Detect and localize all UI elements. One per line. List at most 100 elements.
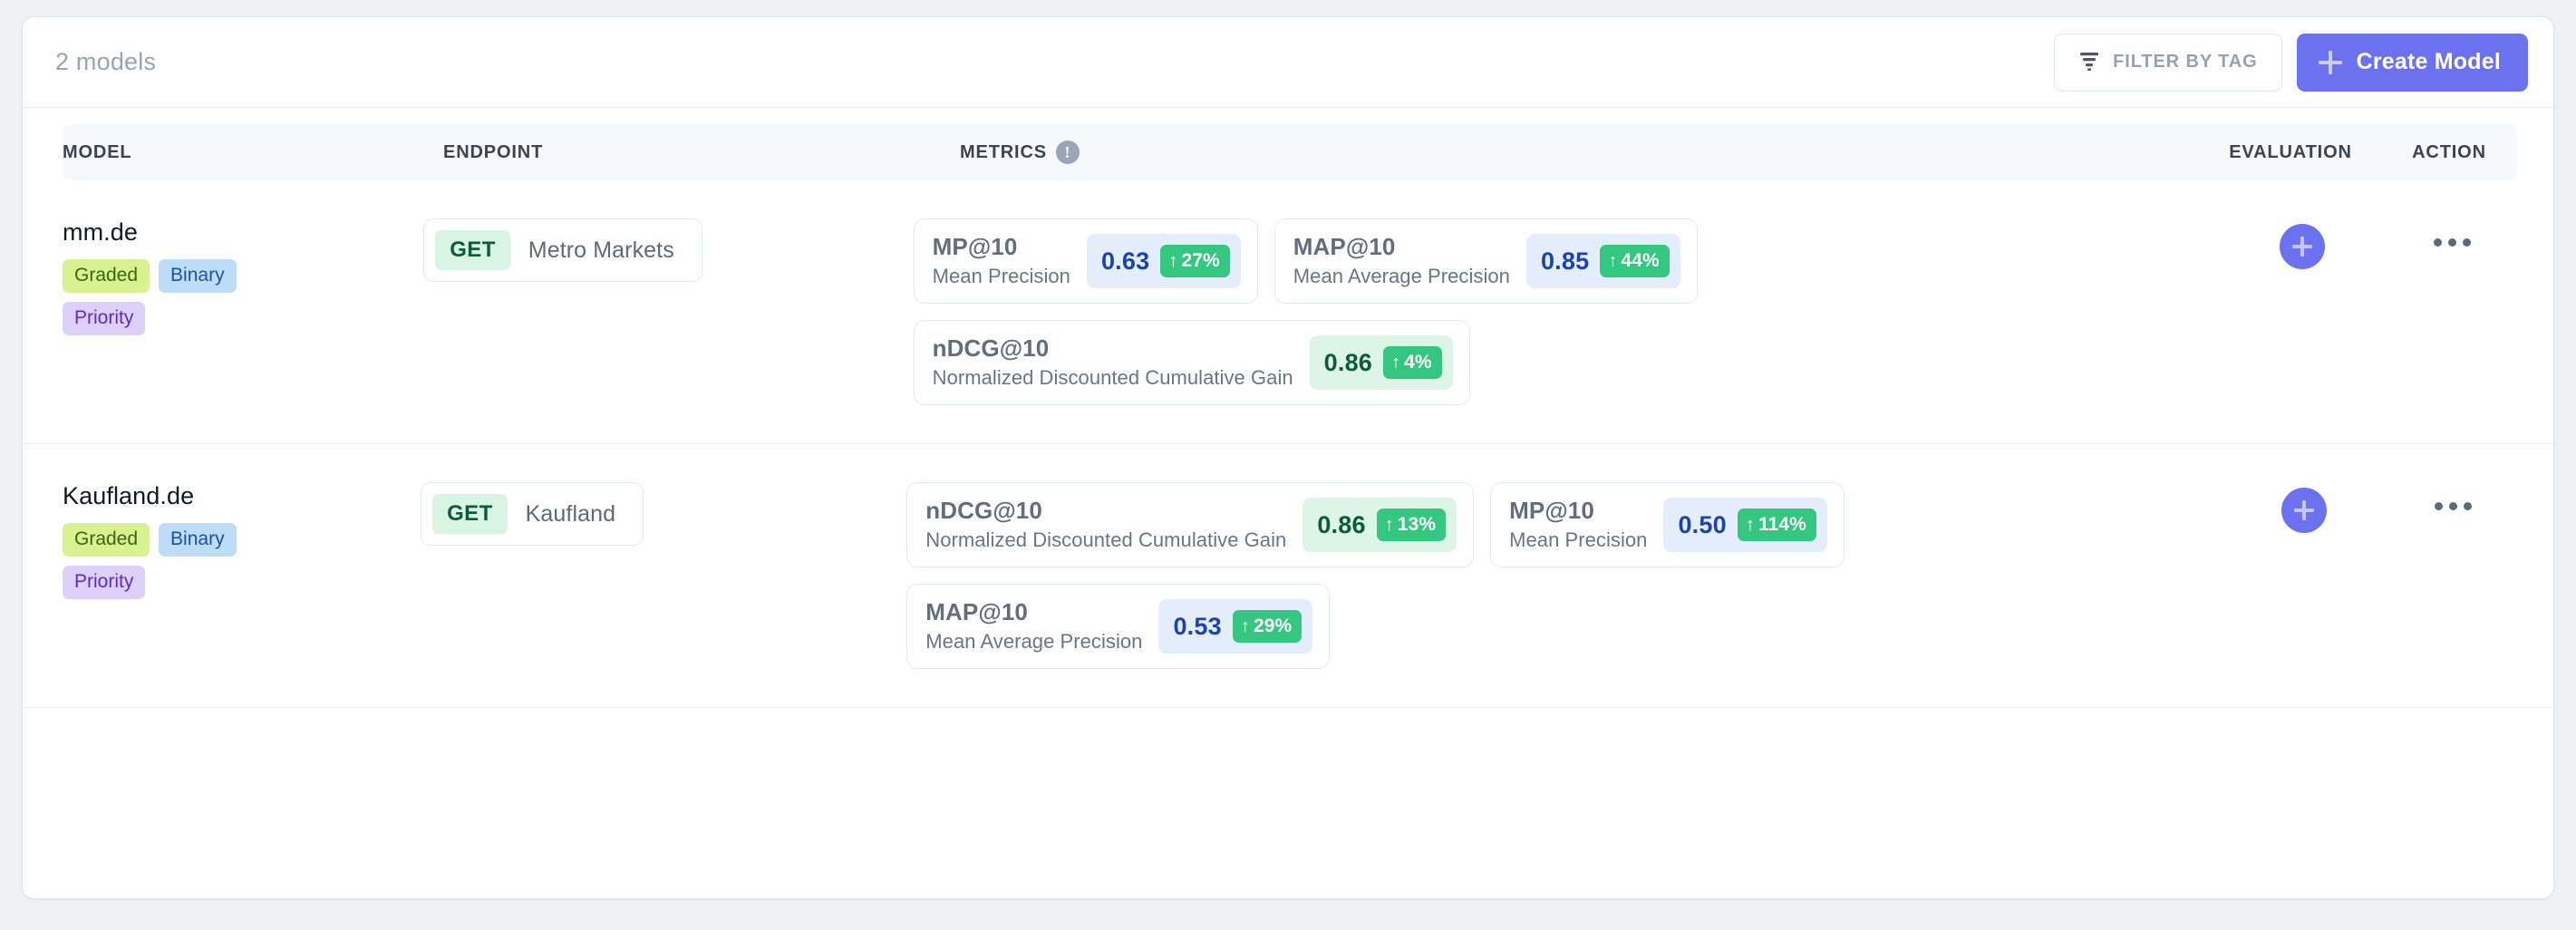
- endpoint-method-badge: GET: [432, 494, 508, 534]
- ellipsis-icon: [2463, 502, 2472, 510]
- metric-card[interactable]: nDCG@10 Normalized Discounted Cumulative…: [913, 320, 1470, 405]
- models-table: MODEL ENDPOINT METRICS ! EVALUATION ACTI…: [23, 124, 2553, 708]
- metric-text: MP@10 Mean Precision: [932, 233, 1070, 288]
- info-icon[interactable]: !: [1055, 140, 1080, 164]
- metric-title: MP@10: [932, 233, 1018, 261]
- row-actions-menu-button[interactable]: [2431, 495, 2475, 518]
- filter-icon: [2078, 51, 2100, 73]
- metric-value: 0.86: [1323, 348, 1373, 376]
- model-tag[interactable]: Graded: [63, 259, 150, 294]
- metric-value-pill: 0.86 ↑ 13%: [1303, 498, 1457, 552]
- metric-card[interactable]: MAP@10 Mean Average Precision 0.53 ↑ 29%: [906, 584, 1331, 669]
- metric-value-pill: 0.86 ↑ 4%: [1309, 335, 1453, 390]
- ellipsis-icon: [2448, 238, 2457, 247]
- create-model-label: Create Model: [2356, 49, 2501, 74]
- row-actions-menu-button[interactable]: [2430, 231, 2474, 254]
- metric-value: 0.50: [1678, 510, 1727, 538]
- metric-delta-badge: ↑ 114%: [1737, 509, 1816, 541]
- metric-card[interactable]: MP@10 Mean Precision 0.63 ↑ 27%: [913, 218, 1258, 304]
- metric-text: nDCG@10 Normalized Discounted Cumulative…: [932, 334, 1293, 390]
- model-tag[interactable]: Priority: [63, 566, 146, 600]
- endpoint-cell: GET Kaufland: [421, 482, 906, 546]
- metric-subtitle: Mean Average Precision: [1293, 265, 1510, 288]
- metric-value-pill: 0.85 ↑ 44%: [1525, 234, 1680, 288]
- page-root: 2 models FILTER BY TAG Create Model MODE…: [0, 0, 2576, 930]
- ellipsis-icon: [2434, 238, 2443, 247]
- toolbar-actions: FILTER BY TAG Create Model: [2054, 33, 2528, 92]
- arrow-up-icon: ↑: [1240, 615, 1250, 636]
- model-tag[interactable]: Binary: [159, 259, 237, 294]
- action-cell: [2389, 482, 2517, 518]
- metric-delta-badge: ↑ 44%: [1600, 245, 1670, 277]
- metric-delta-badge: ↑ 27%: [1160, 245, 1230, 277]
- ellipsis-icon: [2434, 502, 2443, 510]
- metric-delta-badge: ↑ 13%: [1376, 509, 1447, 541]
- action-cell: [2388, 218, 2517, 254]
- column-header-endpoint: ENDPOINT: [443, 141, 544, 162]
- metric-title: MP@10: [1509, 497, 1594, 525]
- endpoint-chip[interactable]: GET Kaufland: [421, 482, 644, 546]
- metric-delta-value: 44%: [1621, 250, 1660, 271]
- metric-value-pill: 0.53 ↑ 29%: [1158, 599, 1313, 654]
- metric-card[interactable]: nDCG@10 Normalized Discounted Cumulative…: [906, 482, 1475, 567]
- metric-value: 0.85: [1540, 247, 1590, 275]
- model-cell: mm.de Graded Binary Priority: [63, 218, 423, 336]
- add-evaluation-button[interactable]: [2281, 488, 2327, 533]
- metric-card[interactable]: MP@10 Mean Precision 0.50 ↑ 114%: [1490, 482, 1845, 567]
- column-header-metrics: METRICS !: [960, 140, 2200, 164]
- metric-text: MAP@10 Mean Average Precision: [1293, 233, 1510, 288]
- metric-delta-value: 29%: [1253, 615, 1293, 636]
- model-name[interactable]: Kaufland.de: [63, 482, 421, 510]
- metric-title: nDCG@10: [932, 334, 1050, 363]
- filter-by-tag-button[interactable]: FILTER BY TAG: [2054, 33, 2282, 92]
- table-row: Kaufland.de Graded Binary Priority GET Kau…: [23, 443, 2553, 708]
- endpoint-name: Kaufland: [525, 500, 616, 527]
- arrow-up-icon: ↑: [1745, 514, 1755, 535]
- metric-delta-badge: ↑ 4%: [1383, 346, 1442, 379]
- models-count-label: 2 models: [55, 48, 157, 75]
- toolbar: 2 models FILTER BY TAG Create Model: [23, 17, 2553, 108]
- endpoint-name: Metro Markets: [528, 237, 674, 263]
- model-name[interactable]: mm.de: [63, 218, 423, 247]
- metric-text: MAP@10 Mean Average Precision: [925, 599, 1143, 654]
- table-header-row: MODEL ENDPOINT METRICS ! EVALUATION ACTI…: [63, 124, 2517, 180]
- metric-title: MAP@10: [1293, 233, 1396, 261]
- metric-subtitle: Mean Precision: [932, 265, 1070, 288]
- evaluation-cell: [2219, 482, 2389, 533]
- model-tag[interactable]: Binary: [159, 523, 237, 557]
- metric-card[interactable]: MAP@10 Mean Average Precision 0.85 ↑ 44%: [1273, 218, 1698, 304]
- models-card: 2 models FILTER BY TAG Create Model MODE…: [22, 16, 2554, 899]
- endpoint-cell: GET Metro Markets: [423, 218, 913, 282]
- metric-value: 0.63: [1100, 247, 1150, 275]
- metric-value-pill: 0.63 ↑ 27%: [1086, 234, 1241, 288]
- metric-delta-badge: ↑ 29%: [1232, 610, 1303, 643]
- metric-subtitle: Normalized Discounted Cumulative Gain: [932, 366, 1293, 390]
- column-header-evaluation: EVALUATION: [2229, 141, 2352, 162]
- create-model-button[interactable]: Create Model: [2296, 33, 2528, 92]
- arrow-up-icon: ↑: [1384, 514, 1394, 535]
- plus-icon: [2291, 237, 2312, 257]
- model-tag[interactable]: Graded: [63, 523, 150, 557]
- metric-value: 0.86: [1317, 510, 1366, 538]
- metric-subtitle: Normalized Discounted Cumulative Gain: [925, 528, 1287, 552]
- plus-icon: [2318, 50, 2342, 74]
- metric-delta-value: 4%: [1404, 352, 1432, 373]
- endpoint-chip[interactable]: GET Metro Markets: [423, 218, 702, 282]
- arrow-up-icon: ↑: [1391, 352, 1401, 373]
- endpoint-method-badge: GET: [435, 230, 510, 270]
- column-header-action: ACTION: [2412, 141, 2486, 162]
- ellipsis-icon: [2448, 502, 2457, 510]
- metric-subtitle: Mean Precision: [1509, 528, 1648, 552]
- model-cell: Kaufland.de Graded Binary Priority: [63, 482, 421, 600]
- metric-subtitle: Mean Average Precision: [925, 630, 1143, 654]
- metric-value: 0.53: [1173, 612, 1222, 640]
- metric-delta-value: 27%: [1181, 250, 1220, 271]
- column-header-model: MODEL: [63, 141, 132, 162]
- model-tag[interactable]: Priority: [63, 302, 146, 336]
- metric-text: nDCG@10 Normalized Discounted Cumulative…: [925, 497, 1287, 552]
- add-evaluation-button[interactable]: [2279, 224, 2325, 269]
- filter-by-tag-label: FILTER BY TAG: [2113, 52, 2258, 72]
- metric-title: nDCG@10: [925, 497, 1042, 525]
- model-tags: Graded Binary Priority: [63, 523, 253, 600]
- ellipsis-icon: [2463, 238, 2472, 247]
